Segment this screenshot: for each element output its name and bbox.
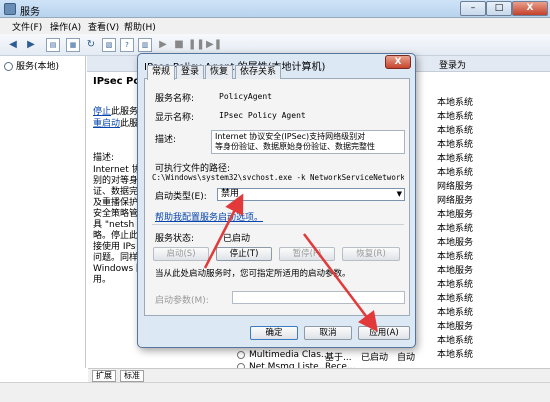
cancel-button[interactable]: 取消 bbox=[304, 326, 352, 340]
menu-bar: 文件(F) 操作(A) 查看(V) 帮助(H) bbox=[0, 18, 550, 34]
logon-cell: 本地服务 bbox=[437, 322, 474, 332]
tab-logon[interactable]: 登录 bbox=[176, 65, 205, 79]
restart-service-icon[interactable]: ▶❚ bbox=[206, 38, 222, 52]
description-box[interactable]: Internet 协议安全(IPSec)支持网络级别对 等身份验证、数据原始身份… bbox=[211, 130, 405, 154]
tree-item-services-local[interactable]: 服务(本地) bbox=[4, 59, 82, 73]
logon-cell: 本地系统 bbox=[437, 126, 474, 136]
properties-icon[interactable]: ▦ bbox=[66, 38, 80, 52]
refresh-icon[interactable]: ↻ bbox=[84, 38, 98, 52]
logon-cell: 网络服务 bbox=[437, 196, 474, 206]
resume-button[interactable]: 恢复(R) bbox=[342, 247, 400, 261]
menu-file[interactable]: 文件(F) bbox=[12, 20, 42, 33]
startup-type-select[interactable]: 禁用 ▼ bbox=[217, 188, 405, 201]
logon-cell: 本地系统 bbox=[437, 140, 474, 150]
close-button[interactable]: X bbox=[512, 1, 548, 16]
startup-type-label: 启动类型(E): bbox=[155, 192, 207, 202]
logon-cell: 本地系统 bbox=[437, 336, 474, 346]
service-name-label: 服务名称: bbox=[155, 94, 195, 104]
executable-path-value: C:\Windows\system32\svchost.exe -k Netwo… bbox=[152, 173, 404, 182]
start-button[interactable]: 启动(S) bbox=[153, 247, 209, 261]
logon-cell: 本地系统 bbox=[437, 350, 474, 360]
start-params-hint: 当从此处启动服务时，您可指定所适用的启动参数。 bbox=[155, 269, 351, 279]
console-tree-icon[interactable]: ▤ bbox=[46, 38, 60, 52]
gear-icon bbox=[237, 350, 245, 359]
logon-cell: 本地服务 bbox=[437, 266, 474, 276]
service-startup-cell: 自动 bbox=[397, 353, 416, 363]
menu-view[interactable]: 查看(V) bbox=[88, 20, 119, 33]
tab-general[interactable]: 常规 bbox=[147, 65, 176, 80]
start-service-icon[interactable]: ▶ bbox=[156, 38, 170, 52]
ok-button[interactable]: 确定 bbox=[250, 326, 298, 340]
services-app-icon bbox=[4, 3, 16, 15]
start-params-input[interactable] bbox=[232, 291, 405, 304]
show-hide-icon[interactable]: ▥ bbox=[138, 38, 152, 52]
tab-standard[interactable]: 标准 bbox=[120, 370, 144, 382]
status-bar bbox=[0, 382, 550, 402]
logon-cell: 本地系统 bbox=[437, 308, 474, 318]
chevron-down-icon: ▼ bbox=[396, 190, 402, 198]
logon-cell: 本地系统 bbox=[437, 168, 474, 178]
forward-arrow-icon[interactable]: ▶ bbox=[24, 38, 38, 52]
logon-cell: 本地系统 bbox=[437, 224, 474, 234]
menu-action[interactable]: 操作(A) bbox=[50, 20, 81, 33]
service-name-value: PolicyAgent bbox=[219, 92, 272, 101]
restart-service-link[interactable]: 重启动 bbox=[93, 116, 120, 129]
back-arrow-icon[interactable]: ◀ bbox=[6, 38, 20, 52]
apply-button[interactable]: 应用(A) bbox=[358, 326, 410, 340]
window-titlebar: 服务 – □ X bbox=[0, 0, 550, 18]
stop-button[interactable]: 停止(T) bbox=[216, 247, 272, 261]
tab-recovery[interactable]: 恢复 bbox=[205, 65, 234, 79]
stop-service-icon[interactable]: ■ bbox=[172, 38, 186, 52]
general-tab-panel: 常规 登录 恢复 依存关系 服务名称: PolicyAgent 显示名称: IP… bbox=[144, 65, 410, 316]
logon-cell: 本地系统 bbox=[437, 280, 474, 290]
description-label: 描述: bbox=[155, 135, 177, 145]
startup-type-value: 禁用 bbox=[221, 189, 240, 199]
service-properties-dialog: IPsec Policy Agent 的属性(本地计算机) X 常规 登录 恢复… bbox=[137, 53, 416, 348]
logon-cell: 本地服务 bbox=[437, 210, 474, 220]
display-name-label: 显示名称: bbox=[155, 113, 195, 123]
logon-cell: 本地系统 bbox=[437, 98, 474, 108]
start-params-label: 启动参数(M): bbox=[155, 296, 209, 306]
menu-help[interactable]: 帮助(H) bbox=[124, 20, 156, 33]
maximize-button[interactable]: □ bbox=[486, 1, 512, 16]
pause-button[interactable]: 暂停(P) bbox=[279, 247, 335, 261]
logon-cell: 本地系统 bbox=[437, 294, 474, 304]
logon-cell: 本地系统 bbox=[437, 112, 474, 122]
tab-extended[interactable]: 扩展 bbox=[92, 370, 116, 382]
dialog-close-button[interactable]: X bbox=[385, 55, 411, 69]
gear-icon bbox=[4, 62, 13, 71]
service-status-label: 服务状态: bbox=[155, 234, 195, 244]
service-status-cell: 已启动 bbox=[361, 353, 389, 363]
export-list-icon[interactable]: ▧ bbox=[102, 38, 116, 52]
console-tree: 服务(本地) bbox=[0, 56, 86, 368]
view-tabs: 扩展 标准 bbox=[88, 368, 550, 382]
help-icon[interactable]: ? bbox=[120, 38, 134, 52]
logon-cell: 本地系统 bbox=[437, 252, 474, 262]
column-logon-as[interactable]: 登录为 bbox=[439, 58, 466, 71]
logon-cell: 本地系统 bbox=[437, 154, 474, 164]
display-name-value: IPsec Policy Agent bbox=[219, 111, 306, 120]
minimize-button[interactable]: – bbox=[460, 1, 486, 16]
table-row[interactable]: Multimedia Clas... bbox=[237, 350, 329, 360]
logon-cell: 本地服务 bbox=[437, 238, 474, 248]
tab-dependencies[interactable]: 依存关系 bbox=[235, 65, 282, 79]
configure-startup-help-link[interactable]: 帮助我配置服务启动选项。 bbox=[155, 210, 263, 223]
pause-service-icon[interactable]: ❚❚ bbox=[188, 38, 205, 52]
divider bbox=[152, 224, 404, 225]
logon-cell: 网络服务 bbox=[437, 182, 474, 192]
service-status-value: 已启动 bbox=[223, 234, 251, 244]
window-title: 服务 bbox=[20, 7, 40, 18]
